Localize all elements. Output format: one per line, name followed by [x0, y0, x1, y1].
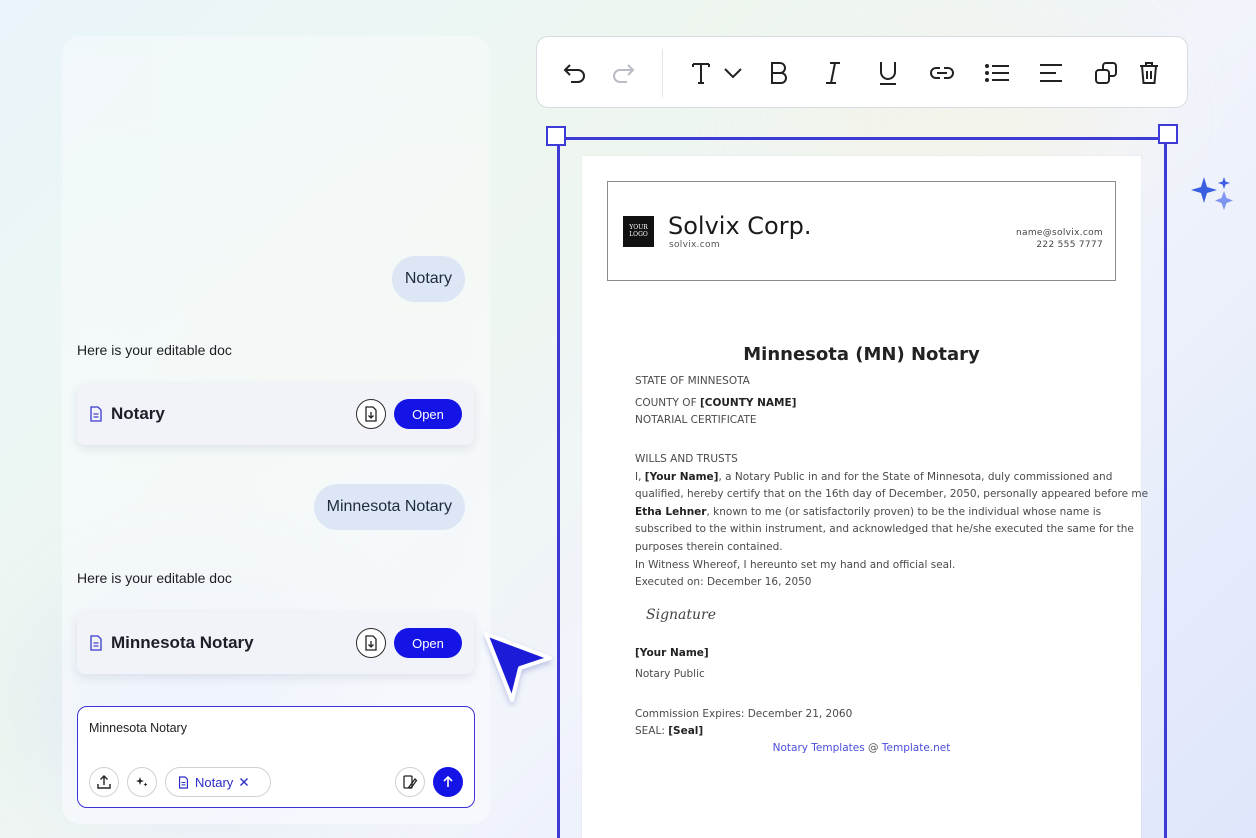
chat-composer[interactable]: Minnesota Notary Notary	[77, 706, 475, 808]
text-style-dropdown[interactable]	[719, 59, 747, 87]
document-icon	[178, 775, 189, 789]
attached-doc-chip[interactable]: Notary	[165, 767, 271, 797]
align-left-icon	[1040, 64, 1062, 82]
download-button[interactable]	[356, 628, 386, 658]
selection-frame	[557, 137, 1167, 838]
doc-card-name: Minnesota Notary	[111, 633, 254, 652]
align-left-button[interactable]	[1037, 59, 1065, 87]
magic-button[interactable]	[127, 767, 157, 797]
doc-card[interactable]: Notary Open	[77, 383, 474, 445]
resize-handle-top-right[interactable]	[1158, 124, 1178, 144]
duplicate-icon	[1095, 62, 1117, 84]
download-icon	[365, 635, 377, 651]
doc-card[interactable]: Minnesota Notary Open	[77, 612, 474, 674]
chat-panel: Notary Here is your editable doc Notary …	[62, 36, 490, 824]
chevron-down-icon	[724, 68, 742, 79]
sparkle-icon	[1191, 177, 1233, 210]
toolbar-divider	[662, 49, 663, 97]
duplicate-button[interactable]	[1092, 59, 1120, 87]
document-icon	[90, 635, 102, 651]
redo-icon	[613, 64, 635, 83]
delete-button[interactable]	[1135, 59, 1163, 87]
user-message: Notary	[391, 256, 465, 302]
arrow-up-icon	[443, 775, 453, 787]
format-toolbar	[536, 36, 1188, 108]
link-button[interactable]	[928, 59, 956, 87]
template-button[interactable]	[395, 767, 425, 797]
bulleted-list-icon	[985, 64, 1009, 82]
italic-icon	[826, 62, 840, 84]
close-icon[interactable]	[239, 777, 249, 787]
bulleted-list-button[interactable]	[983, 59, 1011, 87]
redo-button[interactable]	[609, 59, 637, 87]
send-button[interactable]	[433, 767, 463, 797]
assistant-message: Here is your editable doc	[77, 342, 232, 358]
chip-label: Notary	[195, 774, 234, 790]
open-button[interactable]: Open	[394, 399, 462, 429]
italic-button[interactable]	[819, 59, 847, 87]
text-style-icon	[692, 63, 710, 84]
user-message: Minnesota Notary	[313, 484, 465, 530]
bold-button[interactable]	[765, 59, 793, 87]
sparkle-icon	[136, 777, 148, 787]
upload-button[interactable]	[89, 767, 119, 797]
open-button[interactable]: Open	[394, 628, 462, 658]
assistant-message: Here is your editable doc	[77, 570, 232, 586]
link-icon	[930, 67, 954, 79]
undo-icon	[563, 64, 585, 83]
text-style-button[interactable]	[687, 59, 715, 87]
composer-input[interactable]: Minnesota Notary	[89, 721, 187, 735]
upload-icon	[97, 775, 111, 789]
download-button[interactable]	[356, 399, 386, 429]
user-message-text: Minnesota Notary	[326, 498, 452, 515]
undo-button[interactable]	[561, 59, 589, 87]
bold-icon	[771, 62, 787, 84]
palette-icon	[403, 775, 418, 789]
user-message-text: Notary	[404, 270, 452, 287]
pointer-cursor-icon	[484, 632, 552, 702]
delete-icon	[1140, 62, 1158, 84]
document-icon	[90, 406, 102, 422]
underline-icon	[880, 62, 896, 85]
resize-handle-top-left[interactable]	[546, 126, 566, 146]
download-icon	[365, 406, 377, 422]
doc-card-name: Notary	[111, 404, 165, 423]
underline-button[interactable]	[874, 59, 902, 87]
